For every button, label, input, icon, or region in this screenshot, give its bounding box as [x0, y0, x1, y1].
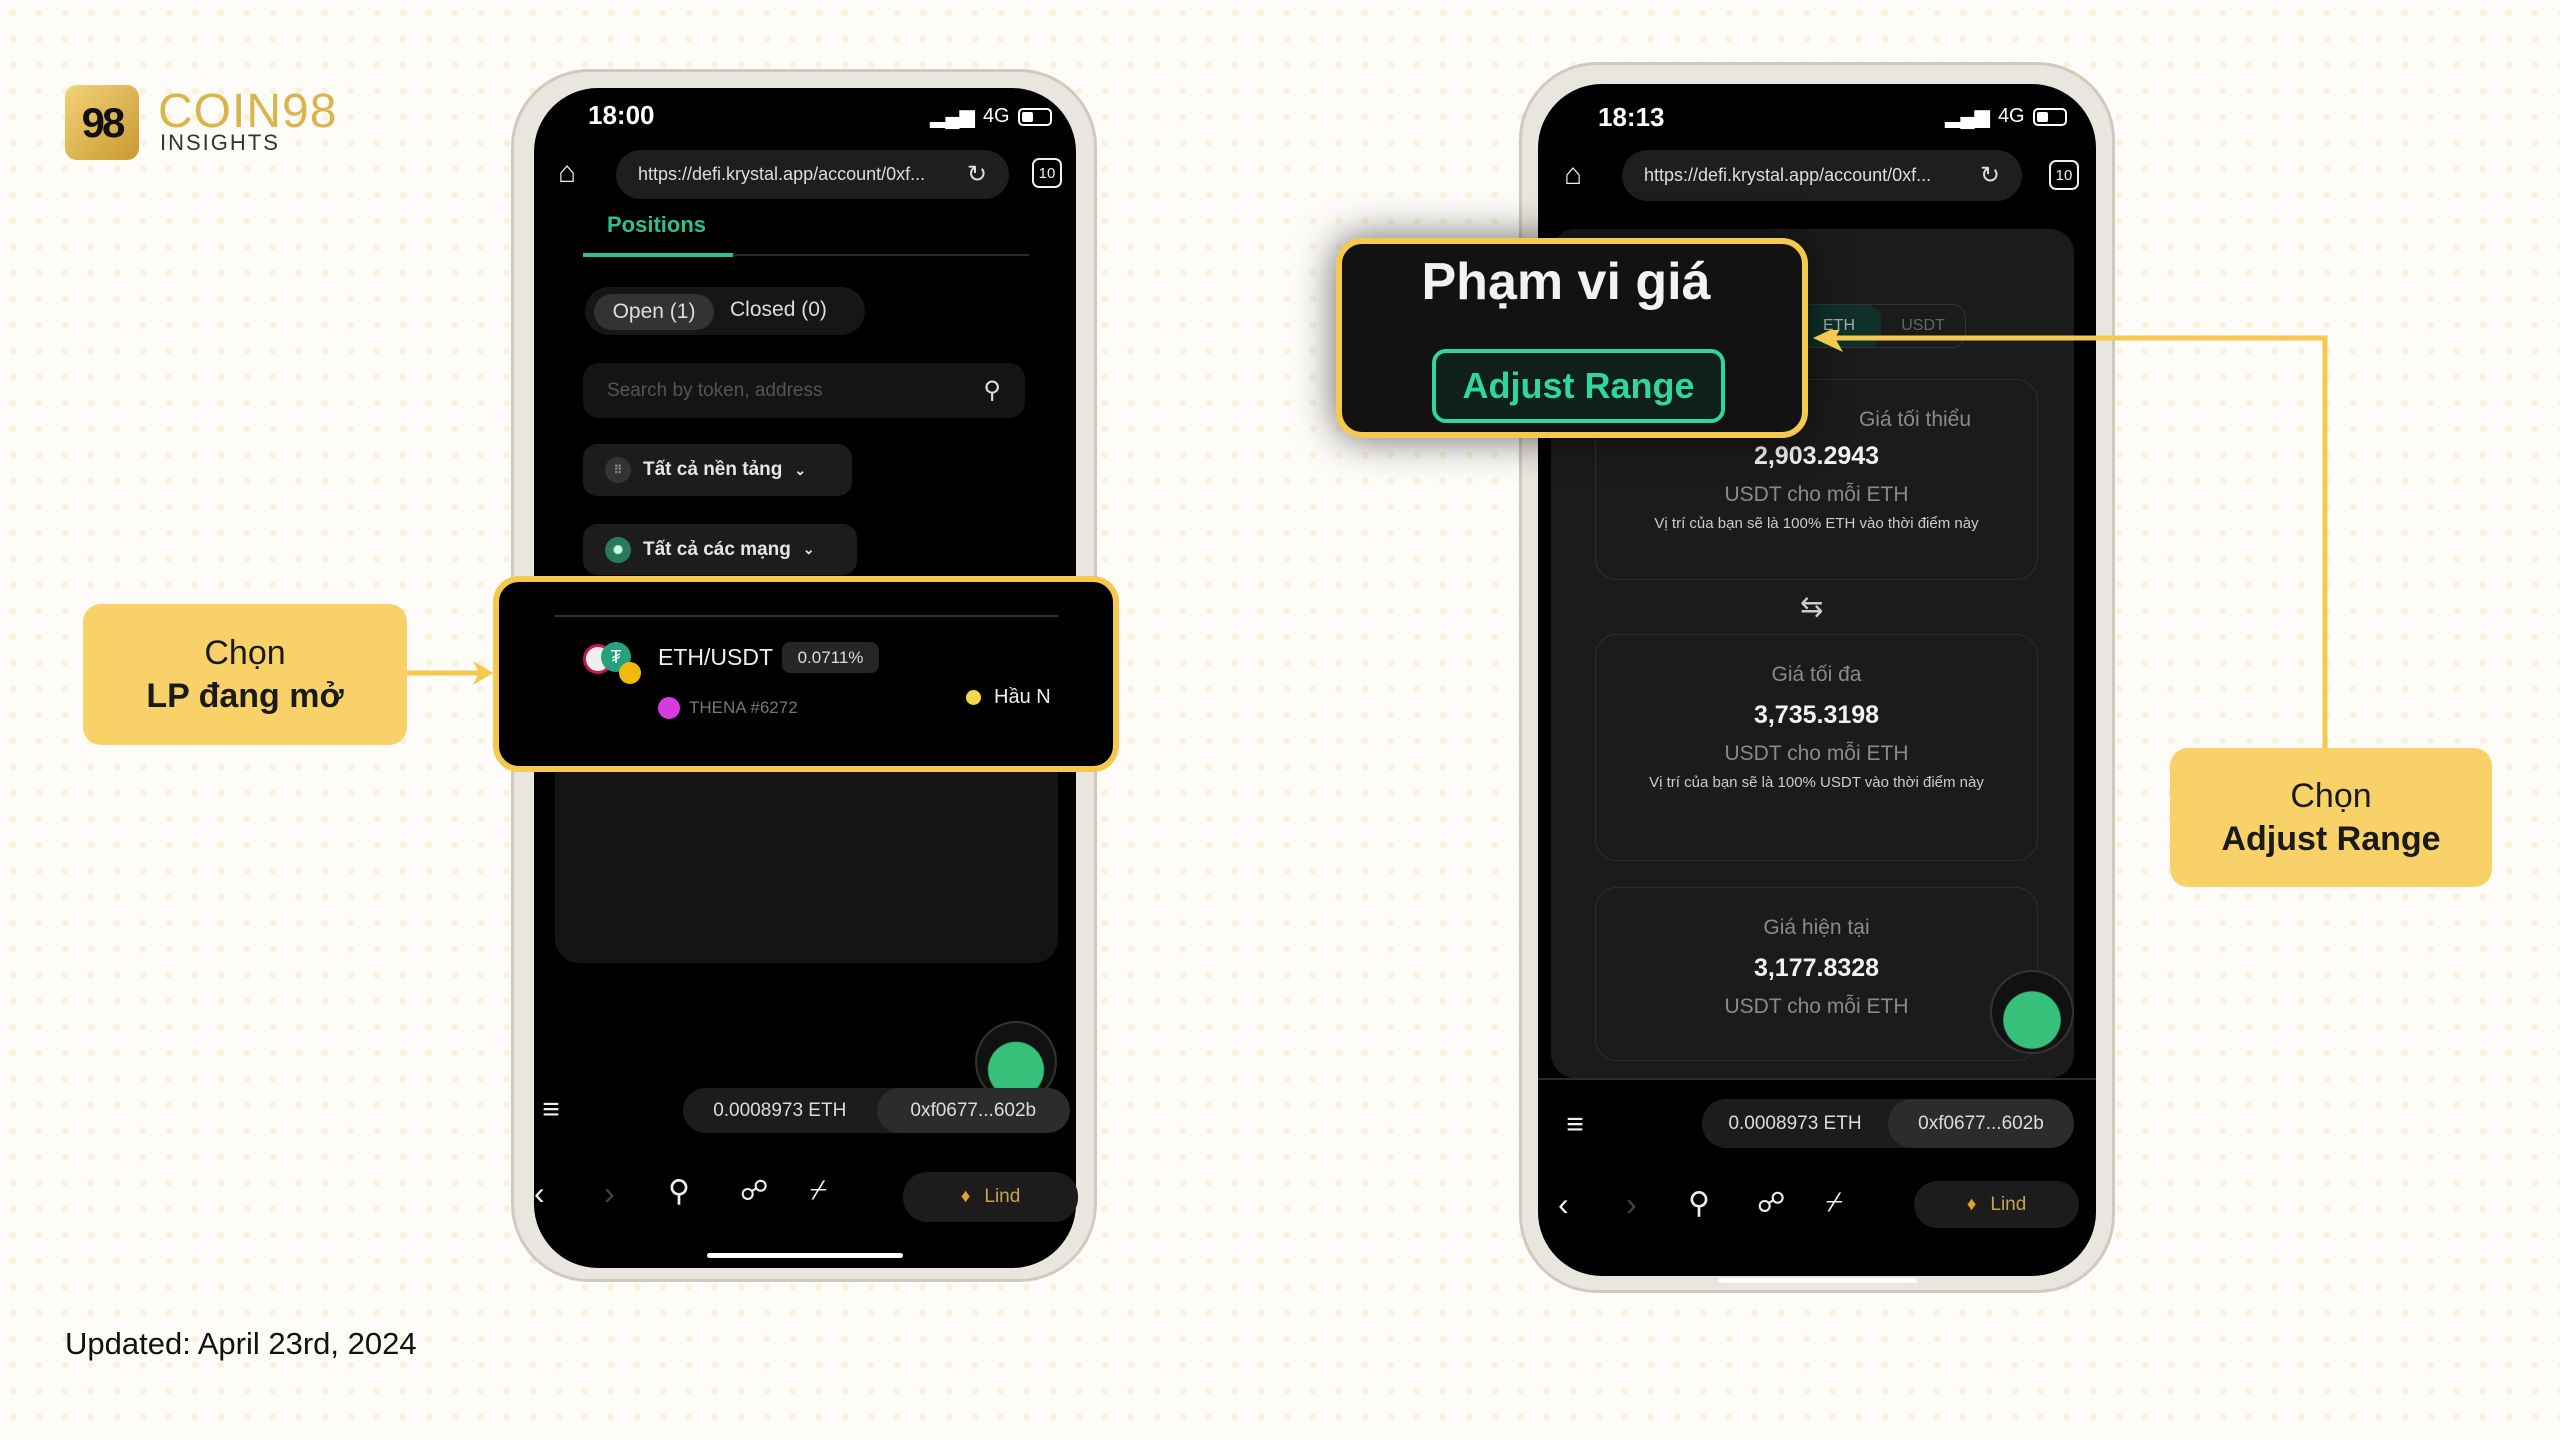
signal-icon: ▂▄▆ [1945, 106, 1990, 128]
platform-filter[interactable]: ⠿ Tất cả nền tảng ⌄ [583, 444, 852, 496]
segment-closed[interactable]: Closed (0) [730, 298, 827, 322]
protocol-label: THENA #6272 [689, 698, 798, 717]
divider [555, 615, 1058, 617]
price-range-title: Phạm vi giá [1421, 253, 1711, 311]
max-price-note: Vị trí của bạn sẽ là 100% USDT vào thời … [1649, 774, 1984, 791]
min-price-label: Giá tối thiểu [1858, 408, 1972, 431]
battery-icon [1017, 107, 1052, 126]
callout-select-lp: Chọn LP đang mở [83, 604, 407, 745]
chevron-down-icon: ⌄ [794, 461, 807, 478]
current-price-unit: USDT cho mỗi ETH [1724, 995, 1909, 1018]
eth-icon: ♦ [1966, 1193, 1977, 1215]
network-label: 4G [982, 105, 1010, 127]
search-input[interactable]: Search by token, address ⚲ [583, 363, 1025, 418]
status-bar: ▂▄▆ 4G [1945, 104, 2067, 129]
search-icon[interactable]: ⚲ [983, 376, 1001, 405]
wallet-address[interactable]: 0xf0677...602b [876, 1088, 1070, 1133]
menu-icon[interactable]: ≡ [1560, 1108, 1590, 1141]
tab-positions[interactable]: Positions [607, 212, 706, 238]
search-icon[interactable]: ⚲ [1688, 1186, 1710, 1221]
callout-line1: Chọn [204, 633, 286, 672]
url-bar[interactable]: https://defi.krystal.app/account/0xf... ↻ [616, 150, 1009, 199]
arrow-right-callout [1813, 330, 2328, 750]
callout-line2: Adjust Range [2221, 819, 2441, 858]
wallet-balance-pill[interactable]: 0.0008973 ETH 0xf0677...602b [683, 1088, 1070, 1133]
home-icon[interactable]: ⌂ [550, 156, 584, 190]
network-icon: ✺ [605, 536, 631, 563]
token-pair-icon: ₮ [583, 642, 643, 686]
network-label: 4G [1997, 105, 2025, 127]
callout-line2: LP đang mở [146, 676, 344, 715]
current-price-value: 3,177.8328 [1753, 954, 1880, 982]
status-time: 18:00 [588, 100, 655, 130]
battery-icon [2032, 107, 2067, 126]
broom-icon[interactable]: ⌿ [1826, 1186, 1843, 1219]
reload-icon[interactable]: ↻ [967, 160, 987, 189]
home-indicator [707, 1253, 903, 1258]
pair-name: ETH/USDT [658, 644, 773, 670]
home-icon[interactable]: ⌂ [1556, 158, 1590, 192]
home-indicator [1718, 1278, 1917, 1283]
tabs-count-button[interactable]: 10 [1032, 158, 1062, 188]
current-price-label: Giá hiện tại [1763, 916, 1870, 939]
tabs-count-button[interactable]: 10 [2049, 160, 2079, 190]
back-icon[interactable]: ‹ [534, 1175, 545, 1212]
brand-sub: INSIGHTS [160, 130, 280, 155]
reload-icon[interactable]: ↻ [1980, 161, 2000, 190]
callout-adjust-range: Chọn Adjust Range [2170, 748, 2492, 887]
url-text: https://defi.krystal.app/account/0xf... [1644, 165, 1932, 185]
nodes-icon[interactable]: ☍ [740, 1174, 768, 1207]
menu-icon[interactable]: ≡ [536, 1093, 566, 1126]
status-bar: ▂▄▆ 4G [930, 104, 1052, 129]
eth-balance: 0.0008973 ETH [1728, 1112, 1862, 1134]
forward-icon[interactable]: › [604, 1175, 615, 1212]
wallet-switch-button[interactable]: ♦ Lind [1914, 1181, 2079, 1228]
updated-date: Updated: April 23rd, 2024 [65, 1326, 417, 1361]
wallet-name: Lind [1990, 1193, 2027, 1215]
platform-filter-label: Tất cả nền tảng [643, 459, 783, 480]
arrow-left-callout [407, 661, 493, 685]
eth-balance: 0.0008973 ETH [713, 1099, 847, 1121]
mascot-avatar[interactable] [1990, 970, 2074, 1054]
eth-icon: ♦ [960, 1186, 971, 1207]
wallet-switch-button[interactable]: ♦ Lind [903, 1172, 1078, 1222]
grid-icon: ⠿ [605, 457, 631, 483]
bottom-divider [1538, 1078, 2096, 1080]
nodes-icon[interactable]: ☍ [1757, 1186, 1785, 1219]
forward-icon[interactable]: › [1626, 1186, 1637, 1223]
current-price-card: Giá hiện tại 3,177.8328 USDT cho mỗi ETH [1595, 887, 2038, 1061]
coin98-logo: 98 [65, 85, 139, 160]
wallet-address[interactable]: 0xf0677...602b [1888, 1099, 2074, 1148]
empty-card [555, 760, 1058, 963]
position-status: Hầu N [994, 686, 1051, 708]
url-text: https://defi.krystal.app/account/0xf... [638, 164, 926, 184]
wallet-balance-pill[interactable]: 0.0008973 ETH 0xf0677...602b [1702, 1099, 2074, 1148]
back-icon[interactable]: ‹ [1558, 1186, 1569, 1223]
url-bar[interactable]: https://defi.krystal.app/account/0xf... ↻ [1622, 150, 2022, 201]
status-dot [966, 690, 981, 705]
signal-icon: ▂▄▆ [930, 106, 975, 128]
thena-icon [658, 697, 680, 719]
search-placeholder: Search by token, address [607, 379, 823, 401]
chevron-down-icon: ⌄ [802, 541, 815, 557]
wallet-name: Lind [984, 1186, 1021, 1207]
network-filter-label: Tất cả các mạng [643, 538, 791, 560]
search-icon[interactable]: ⚲ [668, 1174, 690, 1209]
fee-badge: 0.0711% [782, 642, 879, 673]
segment-open[interactable]: Open (1) [594, 294, 714, 330]
tab-active-indicator [583, 253, 733, 257]
status-time: 18:13 [1598, 102, 1665, 132]
callout-line1: Chọn [2290, 776, 2372, 815]
broom-icon[interactable]: ⌿ [810, 1174, 827, 1207]
adjust-range-button[interactable]: Adjust Range [1432, 349, 1725, 423]
network-filter[interactable]: ✺ Tất cả các mạng ⌄ [583, 524, 857, 575]
